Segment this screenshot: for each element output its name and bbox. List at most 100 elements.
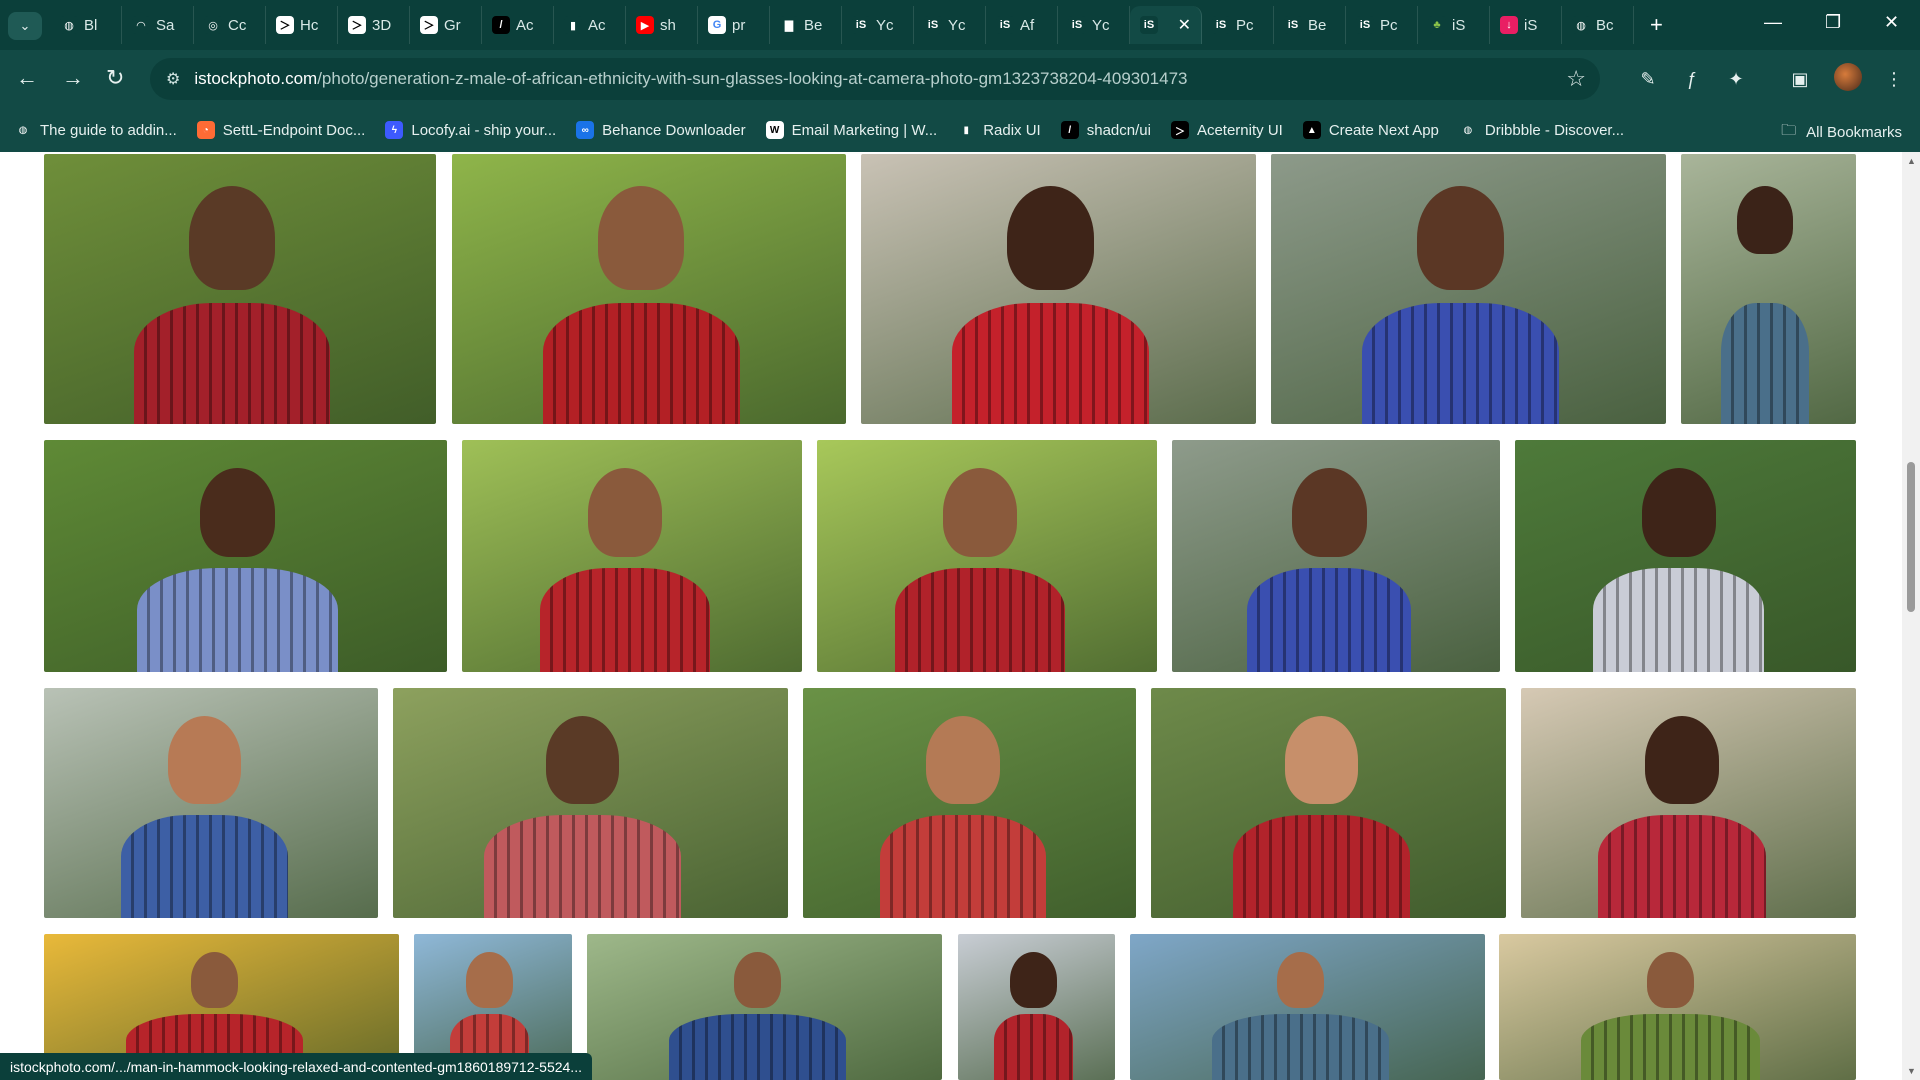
photo-friends-smiling-sky[interactable] [1130, 934, 1485, 1080]
photo-man-hammock-smiling[interactable] [817, 440, 1157, 672]
all-bookmarks-button[interactable]: 🗀 All Bookmarks [1781, 120, 1902, 145]
tab-label: Be [1308, 16, 1327, 34]
photo-couple-laughing[interactable] [587, 934, 942, 1080]
photo-couple-festival-flowers[interactable] [44, 688, 378, 918]
scrollbar-thumb[interactable] [1907, 462, 1915, 612]
site-info-icon[interactable]: ⚙ [166, 69, 180, 89]
bookmark-favicon-icon: ◍ [14, 121, 32, 139]
bookmark-favicon-icon: ϟ [385, 121, 404, 139]
photo-two-friends-plaid[interactable] [44, 440, 447, 672]
browser-tab[interactable]: iS Af [986, 6, 1058, 44]
photo-man-side-profile[interactable] [1521, 688, 1856, 918]
browser-tab[interactable]: ▶ sh [626, 6, 698, 44]
bookmark-label: Email Marketing | W... [791, 121, 938, 139]
browser-tab[interactable]: ＞ Gr [410, 6, 482, 44]
back-button[interactable]: ← [16, 65, 38, 91]
browser-tab[interactable]: iS Pc [1202, 6, 1274, 44]
extension-button-1[interactable]: ✎ [1634, 65, 1662, 93]
page-scrollbar[interactable]: ▲ ▼ [1902, 152, 1920, 1080]
browser-tab[interactable]: iS Be [1274, 6, 1346, 44]
photo-couple-sunglasses[interactable] [803, 688, 1136, 918]
bookmark-item[interactable]: ＞ Aceternity UI [1170, 121, 1283, 139]
restore-button[interactable]: ❐ [1825, 12, 1841, 33]
browser-toolbar: ← → ↻ ⚙ istockphoto.com/photo/generation… [0, 50, 1920, 108]
reload-button[interactable]: ↻ [106, 65, 124, 91]
close-tab-icon[interactable]: ✕ [1178, 15, 1191, 35]
bookmark-item[interactable]: ϟ Locofy.ai - ship your... [385, 121, 556, 139]
bookmark-item[interactable]: / shadcn/ui [1060, 121, 1151, 139]
browser-tab[interactable]: ＞ Hc [266, 6, 338, 44]
browser-tab[interactable]: ♣ iS [1418, 6, 1490, 44]
person-figure [545, 715, 620, 804]
browser-menu-button[interactable]: ⋮ [1880, 65, 1908, 93]
photo-man-hammock-glasses[interactable] [462, 440, 802, 672]
browser-tab[interactable]: iS Yc [1058, 6, 1130, 44]
bookmark-list: ◍ The guide to addin... ◔ SettL-Endpoint Do… [14, 121, 1644, 139]
side-panel-button[interactable]: ▣ [1786, 65, 1814, 93]
extension-button-2[interactable]: ƒ [1678, 65, 1706, 93]
photo-man-looking-up[interactable] [1515, 440, 1856, 672]
browser-tab[interactable]: ◍ Bl [50, 6, 122, 44]
browser-tab[interactable]: iS Yc [914, 6, 986, 44]
photo-woman-city[interactable] [958, 934, 1115, 1080]
bookmark-item[interactable]: ▮ Radix UI [957, 121, 1041, 139]
tab-label: Bc [1596, 16, 1614, 34]
url-text[interactable]: istockphoto.com/photo/generation-z-male-… [194, 69, 1187, 89]
bookmark-item[interactable]: ◍ The guide to addin... [14, 121, 177, 139]
minimize-button[interactable]: — [1764, 12, 1782, 33]
slash-icon: / [492, 16, 510, 34]
bookmark-star-icon[interactable]: ☆ [1566, 66, 1586, 92]
address-bar[interactable]: ⚙ istockphoto.com/photo/generation-z-mal… [150, 58, 1600, 100]
scroll-up-icon[interactable]: ▲ [1907, 156, 1916, 166]
browser-tab[interactable]: Gpr [698, 6, 770, 44]
shirt-shape [1598, 814, 1766, 918]
shirt-shape [1247, 567, 1412, 672]
shirt-shape [542, 302, 740, 424]
tab-search-button[interactable]: ⌄ [8, 12, 42, 40]
bookmark-favicon-icon: ◍ [1458, 121, 1477, 139]
photo-couple-embrace[interactable] [393, 688, 788, 918]
photo-senior-couple-hug[interactable] [44, 154, 436, 424]
person-figure [1284, 715, 1359, 804]
shirt-shape [540, 567, 711, 672]
browser-tab[interactable]: ◎ Cc [194, 6, 266, 44]
terminal-icon: ＞ [348, 16, 366, 34]
close-window-button[interactable]: ✕ [1884, 12, 1899, 33]
browser-tab[interactable]: ◠ Sa [122, 6, 194, 44]
browser-tab[interactable]: iS Pc [1346, 6, 1418, 44]
photo-friends-party[interactable] [1151, 688, 1506, 918]
bookmark-favicon-icon: ∞ [576, 121, 595, 139]
browser-tab[interactable]: ＞ 3D [338, 6, 410, 44]
browser-tab[interactable]: ▇ Be [770, 6, 842, 44]
photo-man-glasses-laptop[interactable] [452, 154, 846, 424]
photo-man-red-plaid-street[interactable] [861, 154, 1256, 424]
new-tab-button[interactable]: + [1650, 14, 1663, 36]
photo-man-camera[interactable] [1681, 154, 1856, 424]
bookmark-item[interactable]: ∞ Behance Downloader [576, 121, 746, 139]
browser-tab[interactable]: ▮ Ac [554, 6, 626, 44]
forward-button[interactable]: → [62, 65, 84, 91]
tab-list: ◍ Bl ◠ Sa ◎ Cc ＞ Hc ＞ 3D ＞ Gr / Ac ▮ Ac ▶ sh Gpr ▇ Be iS Yc iS Y… [50, 6, 1634, 46]
person-figure [167, 715, 242, 804]
bookmark-item[interactable]: ▲ Create Next App [1302, 121, 1439, 139]
person-figure [1292, 467, 1367, 557]
bookmark-item[interactable]: ◍ Dribbble - Discover... [1458, 121, 1624, 139]
shirt-shape [668, 1014, 847, 1080]
browser-tab[interactable]: ◍ Bc [1562, 6, 1634, 44]
plus-icon: + [1650, 12, 1663, 37]
bookmark-favicon-icon: ▮ [957, 121, 976, 139]
browser-tab[interactable]: iS Yc [842, 6, 914, 44]
extensions-button[interactable]: ✦ [1722, 65, 1750, 93]
profile-avatar[interactable] [1834, 63, 1862, 91]
bookmark-item[interactable]: ◔ SettL-Endpoint Doc... [196, 121, 365, 139]
person-figure [734, 951, 781, 1008]
photo-group-walking-backpack-2[interactable] [1172, 440, 1500, 672]
scroll-down-icon[interactable]: ▼ [1907, 1066, 1916, 1076]
photo-group-walking-backpack[interactable] [1271, 154, 1666, 424]
globe-icon: ◍ [1572, 16, 1590, 34]
browser-tab[interactable]: iS ✕ [1130, 6, 1202, 44]
photo-man-glasses-sun[interactable] [1499, 934, 1856, 1080]
browser-tab[interactable]: / Ac [482, 6, 554, 44]
bookmark-item[interactable]: W Email Marketing | W... [765, 121, 938, 139]
browser-tab[interactable]: ↓ iS [1490, 6, 1562, 44]
